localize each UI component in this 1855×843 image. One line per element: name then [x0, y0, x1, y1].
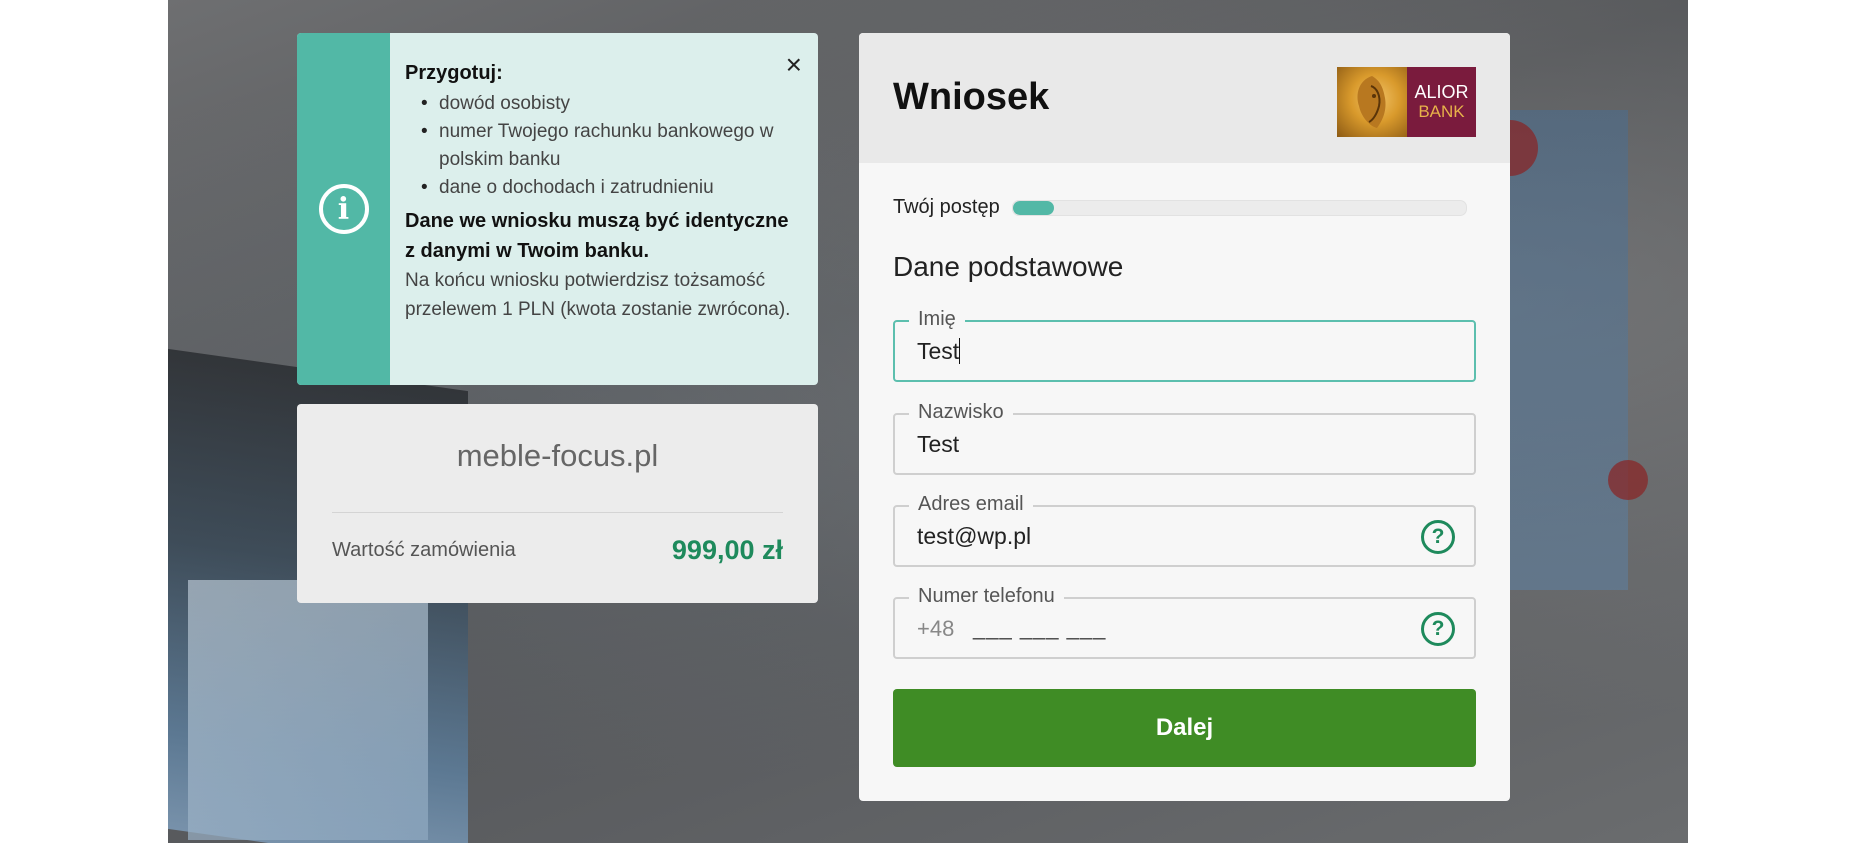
order-summary-card: meble-focus.pl Wartość zamówienia 999,00… — [297, 404, 818, 603]
info-list: dowód osobisty numer Twojego rachunku ba… — [405, 90, 796, 202]
info-rail: i — [297, 33, 390, 385]
logo-emblem — [1337, 67, 1407, 137]
last-name-input[interactable]: Test — [917, 431, 959, 458]
info-title: Przygotuj: — [405, 62, 503, 84]
shop-name: meble-focus.pl — [456, 438, 659, 473]
question-circle-icon[interactable]: ? — [1421, 612, 1455, 646]
text-caret — [959, 338, 961, 364]
first-name-label: Imię — [909, 307, 965, 331]
last-name-field[interactable]: Nazwisko Test — [893, 400, 1476, 475]
phone-prefix: +48 — [917, 616, 955, 641]
info-panel: i × Przygotuj: dowód osobisty numer Twoj… — [297, 33, 818, 385]
first-name-input[interactable]: Test — [917, 338, 961, 365]
close-icon[interactable]: × — [786, 51, 802, 79]
progress-label: Twój postęp — [893, 196, 1000, 218]
last-name-label: Nazwisko — [909, 400, 1013, 424]
info-note: Na końcu wniosku potwierdzisz tożsamość … — [405, 270, 791, 320]
progress-bar — [1011, 199, 1467, 216]
info-warning: Dane we wniosku muszą być identyczne z d… — [405, 210, 789, 262]
form-header: Wniosek ALIOR BANK — [859, 33, 1510, 163]
application-form: Wniosek ALIOR BANK Twój postęp Dane pods… — [859, 33, 1510, 801]
email-label: Adres email — [909, 492, 1033, 516]
section-title: Dane podstawowe — [893, 251, 1124, 282]
email-field[interactable]: Adres email test@wp.pl ? — [893, 492, 1476, 567]
info-list-item: dowód osobisty — [421, 90, 796, 118]
phone-field[interactable]: Numer telefonu +48 ___ ___ ___ ? — [893, 584, 1476, 659]
question-circle-icon[interactable]: ? — [1421, 520, 1455, 554]
divider — [332, 512, 783, 513]
phone-input[interactable]: ___ ___ ___ — [973, 615, 1106, 641]
first-name-field[interactable]: Imię Test — [893, 307, 1476, 382]
info-list-item: dane o dochodach i zatrudnieniu — [421, 174, 796, 202]
order-value-label: Wartość zamówienia — [332, 539, 516, 561]
background-dot — [1608, 460, 1648, 500]
phone-label: Numer telefonu — [909, 584, 1064, 608]
order-value-amount: 999,00 zł — [671, 535, 783, 565]
logo-text-line1: ALIOR — [1414, 82, 1469, 102]
next-button[interactable]: Dalej — [893, 689, 1476, 767]
progress-bar-fill — [1012, 200, 1054, 215]
background-screen — [188, 580, 428, 840]
logo-text-line2: BANK — [1418, 102, 1465, 121]
info-list-item: numer Twojego rachunku bankowego w polsk… — [421, 118, 796, 174]
order-value-row: Wartość zamówienia 999,00 zł — [332, 535, 783, 566]
info-icon: i — [318, 184, 369, 234]
logo-text: ALIOR BANK — [1407, 67, 1476, 137]
alior-bank-logo: ALIOR BANK — [1337, 67, 1476, 137]
email-input[interactable]: test@wp.pl — [917, 523, 1031, 550]
progress-row: Twój postęp — [893, 196, 1467, 219]
form-title: Wniosek — [893, 76, 1050, 118]
info-body: × Przygotuj: dowód osobisty numer Twojeg… — [390, 33, 818, 385]
